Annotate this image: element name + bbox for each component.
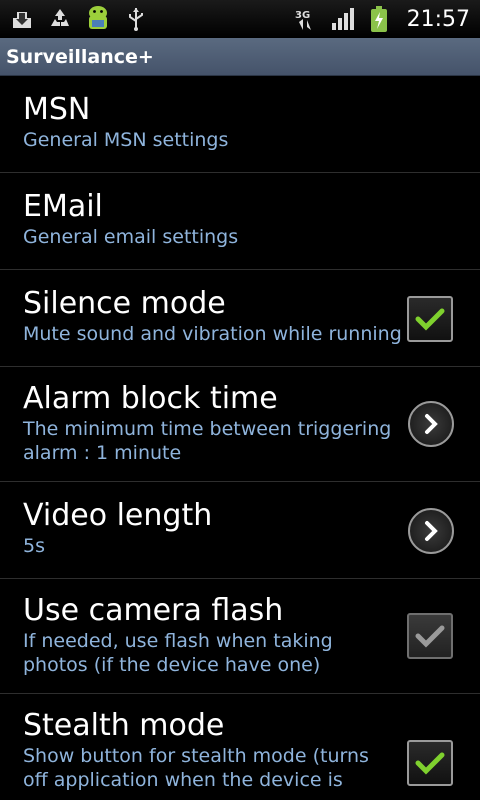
setting-summary: 5s xyxy=(23,535,45,557)
setting-title: Stealth mode xyxy=(23,708,225,743)
check-icon xyxy=(415,752,445,775)
title-bar: Surveillance+ xyxy=(0,38,480,76)
setting-stealth-mode[interactable]: Stealth mode Show button for stealth mod… xyxy=(0,694,480,800)
usb-icon xyxy=(122,5,150,33)
setting-title: Silence mode xyxy=(23,286,226,321)
check-icon xyxy=(415,308,445,331)
battery-charging-icon xyxy=(365,5,393,33)
setting-summary-line1: Show button for stealth mode (turns xyxy=(23,745,369,767)
setting-summary-line2: alarm : 1 minute xyxy=(23,442,182,464)
setting-title: MSN xyxy=(23,92,91,127)
setting-msn[interactable]: MSN General MSN settings xyxy=(0,76,480,173)
setting-summary-line1: The minimum time between triggering xyxy=(23,418,392,440)
setting-video-length[interactable]: Video length 5s xyxy=(0,482,480,579)
status-bar: 3G 21:57 xyxy=(0,0,480,38)
setting-title: Video length xyxy=(23,498,213,533)
setting-title: Use camera flash xyxy=(23,593,284,628)
android-icon xyxy=(84,5,112,33)
setting-summary-line1: If needed, use flash when taking xyxy=(23,630,333,652)
setting-summary-line2: off application when the device is xyxy=(23,769,343,791)
setting-summary: General MSN settings xyxy=(23,129,229,151)
setting-title: EMail xyxy=(23,189,103,224)
setting-summary: Mute sound and vibration while running xyxy=(23,323,402,345)
setting-alarm-block-time[interactable]: Alarm block time The minimum time betwee… xyxy=(0,367,480,482)
camera-flash-checkbox[interactable] xyxy=(407,613,453,659)
chevron-right-icon[interactable] xyxy=(408,508,454,554)
settings-list: MSN General MSN settings EMail General e… xyxy=(0,76,480,800)
silence-mode-checkbox[interactable] xyxy=(407,296,453,342)
recycle-icon xyxy=(46,5,74,33)
3g-icon: 3G xyxy=(293,5,321,33)
signal-icon xyxy=(329,5,357,33)
chevron-right-icon[interactable] xyxy=(408,401,454,447)
setting-summary-line2: photos (if the device have one) xyxy=(23,654,321,676)
stealth-mode-checkbox[interactable] xyxy=(407,740,453,786)
clock: 21:57 xyxy=(406,6,470,32)
setting-email[interactable]: EMail General email settings xyxy=(0,173,480,270)
app-title: Surveillance+ xyxy=(6,45,154,68)
download-icon xyxy=(8,5,36,33)
check-icon xyxy=(415,625,445,648)
setting-silence-mode[interactable]: Silence mode Mute sound and vibration wh… xyxy=(0,270,480,367)
setting-summary: General email settings xyxy=(23,226,239,248)
setting-use-camera-flash[interactable]: Use camera flash If needed, use flash wh… xyxy=(0,579,480,694)
setting-title: Alarm block time xyxy=(23,381,278,416)
